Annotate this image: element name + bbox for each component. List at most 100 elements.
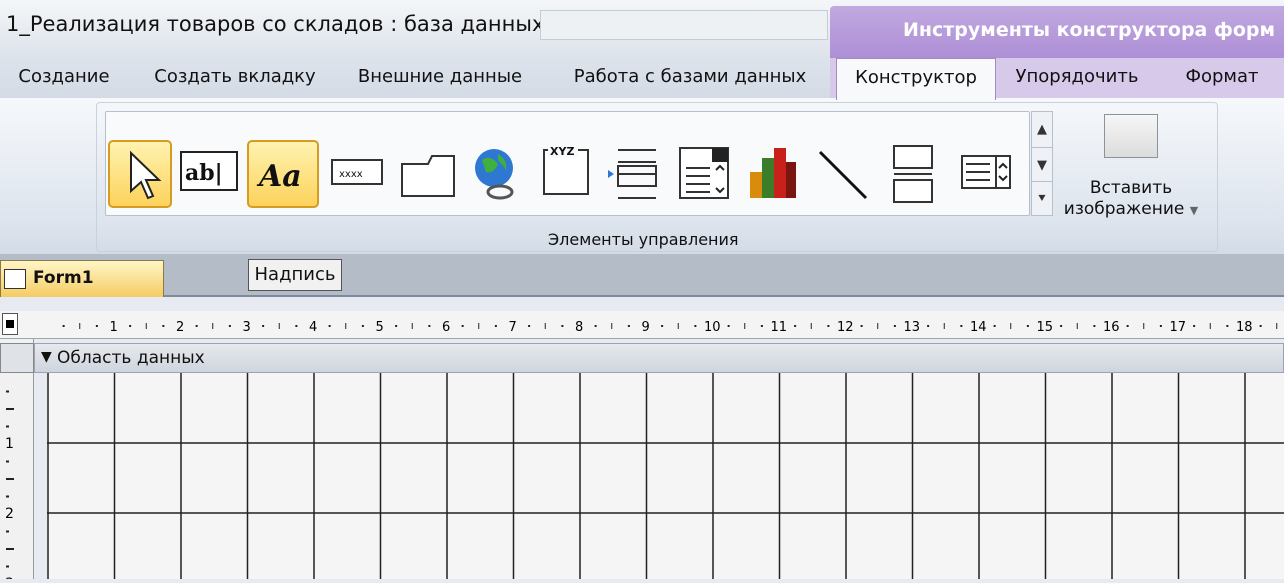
context-tab-header: Инструменты конструктора форм [830, 6, 1284, 58]
ruler-tick [295, 325, 298, 327]
ruler-tick [661, 325, 664, 327]
ruler-tick [1076, 323, 1078, 329]
ruler-number: 16 [1103, 320, 1120, 335]
label-control-button[interactable]: Aa [247, 140, 319, 208]
form-tab-label: Form1 [33, 268, 94, 288]
gallery-more-icon[interactable]: ⯆ [1032, 182, 1052, 217]
tooltip: Надпись [248, 259, 342, 291]
ruler-number: 8 [575, 320, 583, 335]
detail-section-bar[interactable]: ▼ Область данных [34, 343, 1284, 373]
tab-format[interactable]: Формат [1160, 58, 1284, 98]
tab-create-tab[interactable]: Создать вкладку [150, 58, 320, 98]
gallery-scrollbar[interactable]: ▲ ▼ ⯆ [1031, 111, 1053, 216]
horizontal-ruler[interactable]: 1 2 3 4 5 6 7 8 9 10 11 12 13 14 15 16 17 18 [0, 311, 1284, 339]
vertical-ruler-ticks: 123 [5, 390, 14, 579]
textbox-icon: ab| [180, 151, 238, 191]
insert-image-label: Вставить изображение ▼ [1056, 178, 1206, 221]
ruler-tick [62, 325, 65, 327]
ruler-tick [993, 325, 996, 327]
ruler-tick [561, 325, 564, 327]
list-box-button[interactable] [952, 140, 1024, 208]
document-tab-bar: Form1 Надпись [0, 254, 1284, 297]
ruler-tick [893, 325, 896, 327]
ruler-tick [1259, 325, 1262, 327]
bar-chart-icon [750, 148, 796, 198]
insert-image-line1: Вставить [1089, 178, 1173, 198]
ruler-number: 3 [243, 320, 251, 335]
ruler-tick [162, 325, 165, 327]
dropdown-arrow-icon: ▼ [1189, 204, 1199, 217]
ruler-tick [611, 323, 613, 329]
vruler-tick [6, 565, 9, 568]
ruler-number: 17 [1170, 320, 1187, 335]
tab-control-button[interactable] [396, 140, 460, 208]
ribbon-panel: ab| Aa xxxx XYZ ▲ ▼ ⯆ Вставить изображен… [0, 98, 1284, 254]
insert-image-button[interactable]: Вставить изображение ▼ [1056, 112, 1198, 232]
ruler-number: 1 [110, 320, 118, 335]
textbox-glyph: ab| [185, 160, 223, 186]
ruler-tick [1226, 325, 1229, 327]
ruler-number: 11 [771, 320, 788, 335]
ruler-tick [1143, 323, 1145, 329]
list-icon [608, 149, 657, 199]
ruler-tick [1026, 325, 1029, 327]
ruler-tick [877, 323, 879, 329]
chart-button[interactable] [740, 140, 804, 208]
ruler-number: 6 [442, 320, 450, 335]
pointer-icon [130, 150, 162, 200]
vruler-number: 2 [5, 506, 14, 522]
ruler-tick [145, 323, 147, 329]
ruler-number: 9 [642, 320, 650, 335]
ruler-number: 5 [376, 320, 384, 335]
ruler-number: 18 [1236, 320, 1253, 335]
tab-create[interactable]: Создание [4, 58, 124, 98]
vertical-ruler: 123 [0, 339, 34, 579]
title-search-box[interactable] [540, 10, 828, 40]
insert-image-line2: изображение [1063, 199, 1185, 219]
ruler-ticks: 1 2 3 4 5 6 7 8 9 10 11 12 13 14 15 16 17 18 [62, 320, 1278, 335]
button-control[interactable]: xxxx [326, 140, 390, 208]
form-document-tab[interactable]: Form1 [0, 260, 164, 297]
option-group-button[interactable] [602, 140, 666, 208]
image-frame-button[interactable]: XYZ [534, 140, 598, 208]
tab-arrange[interactable]: Упорядочить [1002, 58, 1152, 98]
textbox-button[interactable]: ab| [176, 140, 242, 208]
select-pointer-button[interactable] [108, 140, 172, 208]
form-icon [4, 269, 26, 289]
vruler-tick [6, 478, 14, 480]
grid-lines [47, 373, 1284, 579]
window-title: 1_Реализация товаров со складов : база д… [6, 12, 545, 36]
ruler-tick [677, 323, 679, 329]
ruler-tick [328, 325, 331, 327]
ruler-tick [1209, 323, 1211, 329]
page-break-button[interactable] [882, 140, 946, 208]
tab-designer[interactable]: Конструктор [836, 58, 996, 100]
tab-database-tools[interactable]: Работа с базами данных [560, 58, 820, 98]
ruler-number: 10 [704, 320, 721, 335]
tab-external-data[interactable]: Внешние данные [350, 58, 530, 98]
ruler-tick [1010, 323, 1012, 329]
scroll-down-icon[interactable]: ▼ [1032, 147, 1052, 182]
combo-box-button[interactable] [672, 140, 736, 208]
ruler-tick [345, 323, 347, 329]
design-grid[interactable] [47, 373, 1284, 579]
vruler-tick [6, 425, 9, 428]
hyperlink-button[interactable] [464, 140, 528, 208]
ruler-tick [411, 323, 413, 329]
ruler-tick [129, 325, 132, 327]
ruler-tick [461, 325, 464, 327]
globe-link-icon [475, 149, 514, 200]
vruler-number: 1 [5, 436, 14, 452]
ruler-tick [79, 323, 81, 329]
ruler-tick [1159, 325, 1162, 327]
ruler-tick [494, 325, 497, 327]
ruler-tick [1126, 325, 1129, 327]
vruler-tick [6, 530, 9, 533]
ruler-tick [1193, 325, 1196, 327]
ruler-tick [278, 323, 280, 329]
ruler-tick [727, 325, 730, 327]
line-button[interactable] [812, 140, 876, 208]
ruler-tick [395, 325, 398, 327]
scroll-up-icon[interactable]: ▲ [1032, 112, 1052, 147]
vruler-tick [6, 460, 9, 463]
